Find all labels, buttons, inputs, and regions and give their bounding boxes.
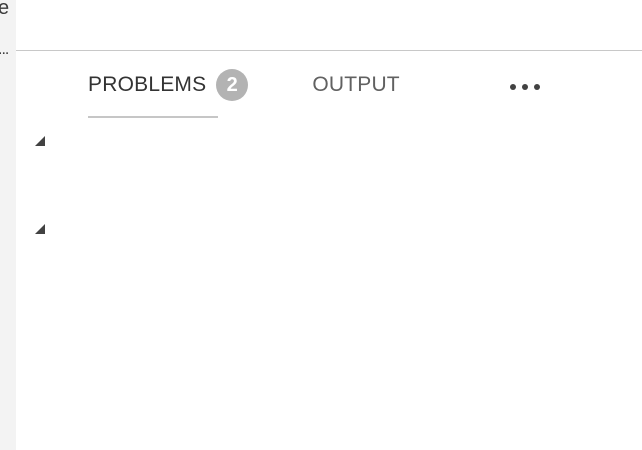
expanded-twistie-icon[interactable] [35, 224, 45, 234]
editor-area [16, 0, 642, 50]
ellipsis-dot [522, 84, 528, 90]
tab-output[interactable]: OUTPUT [312, 67, 400, 103]
sidebar-clipped-title: e [0, 0, 10, 19]
ellipsis-icon[interactable] [510, 77, 540, 97]
tab-problems-label: PROBLEMS [88, 73, 207, 96]
ellipsis-dot [534, 84, 540, 90]
sidebar-more-icon[interactable]: ... [0, 42, 9, 58]
sidebar-strip: e ... [0, 0, 16, 450]
ellipsis-dot [510, 84, 516, 90]
tab-problems[interactable]: PROBLEMS 2 [88, 67, 249, 103]
bottom-panel: PROBLEMS 2 OUTPUT [16, 51, 642, 450]
window: e ... PROBLEMS 2 OUTPUT [0, 0, 642, 450]
panel-tabs: PROBLEMS 2 OUTPUT [88, 67, 400, 117]
tab-output-label: OUTPUT [312, 73, 400, 96]
expanded-twistie-icon[interactable] [35, 136, 45, 146]
active-tab-indicator [88, 116, 218, 118]
problems-count-badge: 2 [216, 69, 249, 101]
